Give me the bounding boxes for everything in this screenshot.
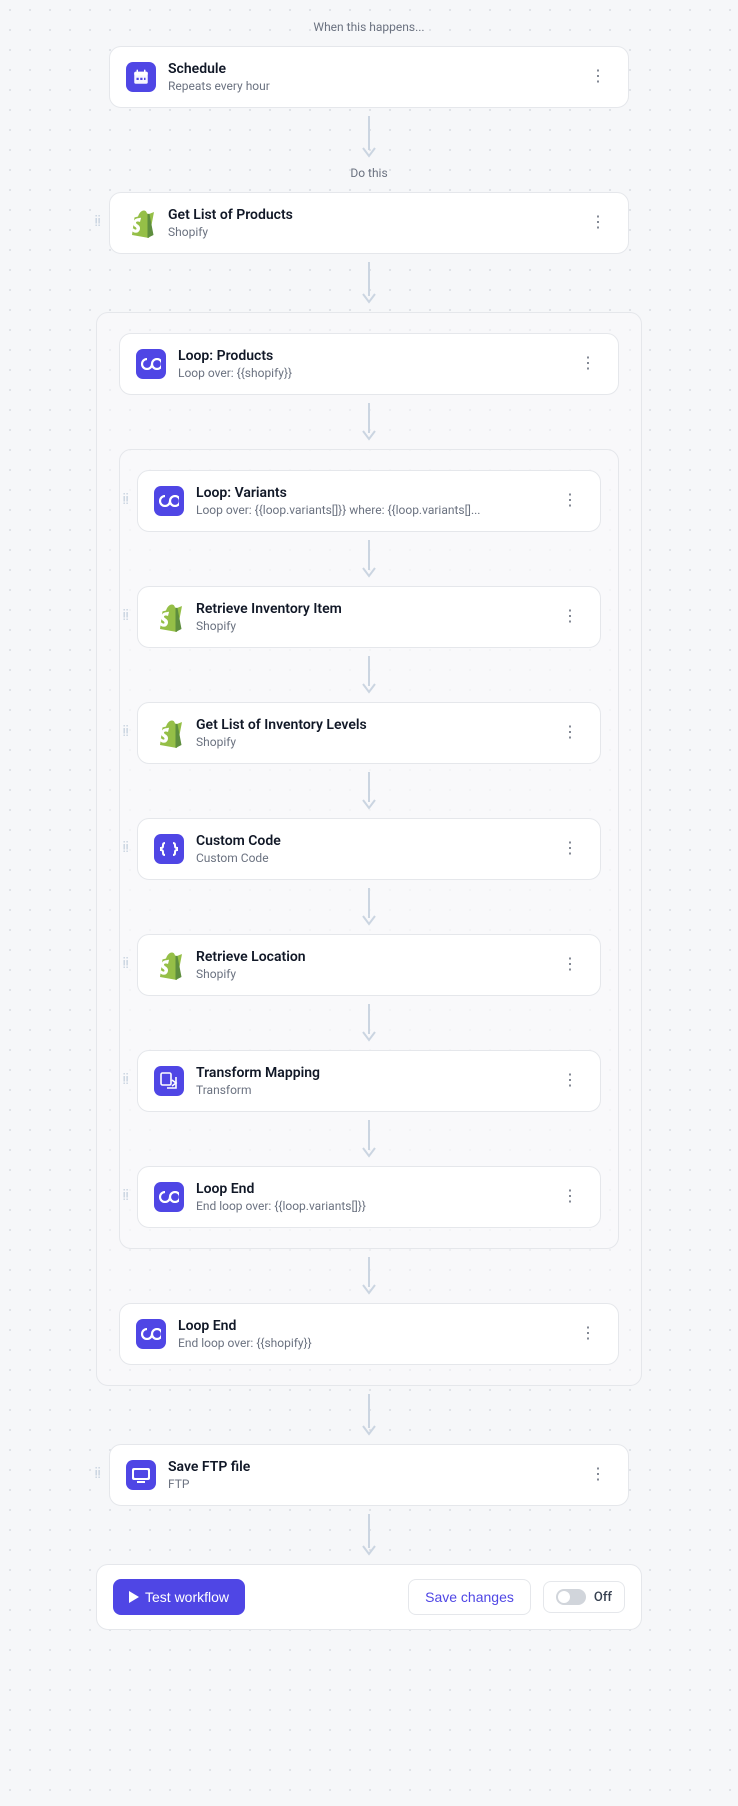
more-button[interactable]: ⋮: [574, 352, 602, 376]
transform-icon: [154, 1066, 184, 1096]
card-title: Loop: Variants: [196, 485, 544, 501]
action-section-label: Do this: [0, 166, 738, 180]
arrow-connector: [0, 1386, 738, 1444]
retrieve-location-card[interactable]: ⠿⠿ Retrieve Location Shopify ⋮: [137, 934, 601, 996]
more-button[interactable]: ⋮: [556, 1069, 584, 1093]
toggle-track: [556, 1589, 586, 1605]
card-title: Retrieve Inventory Item: [196, 601, 544, 617]
workflow-toggle[interactable]: Off: [543, 1581, 625, 1613]
arrow-connector: [120, 996, 618, 1050]
custom-code-card[interactable]: ⠿⠿ Custom Code Custom Code ⋮: [137, 818, 601, 880]
ftp-icon: [126, 1460, 156, 1490]
card-title: Get List of Inventory Levels: [196, 717, 544, 733]
drag-handle-icon[interactable]: ⠿⠿: [122, 1077, 130, 1085]
card-title: Loop End: [178, 1318, 562, 1334]
card-subtitle: Shopify: [196, 619, 544, 633]
loop-variants-card[interactable]: ⠿⠿ Loop: Variants Loop over: {{loop.vari…: [137, 470, 601, 532]
card-subtitle: End loop over: {{shopify}}: [178, 1336, 562, 1350]
loop-icon: [154, 486, 184, 516]
drag-handle-icon[interactable]: ⠿⠿: [94, 219, 102, 227]
test-workflow-label: Test workflow: [145, 1589, 229, 1605]
drag-handle-icon[interactable]: ⠿⠿: [94, 1471, 102, 1479]
trigger-section-label: When this happens...: [0, 20, 738, 34]
card-title: Save FTP file: [168, 1459, 572, 1475]
arrow-connector: [0, 108, 738, 166]
arrow-connector: [97, 395, 641, 449]
more-button[interactable]: ⋮: [556, 953, 584, 977]
more-button[interactable]: ⋮: [584, 65, 612, 89]
card-title: Get List of Products: [168, 207, 572, 223]
card-subtitle: Loop over: {{shopify}}: [178, 366, 562, 380]
arrow-connector: [120, 648, 618, 702]
more-button[interactable]: ⋮: [584, 211, 612, 235]
loop-icon: [136, 349, 166, 379]
loop-products-card[interactable]: Loop: Products Loop over: {{shopify}} ⋮: [119, 333, 619, 395]
shopify-icon: [126, 208, 156, 238]
card-title: Retrieve Location: [196, 949, 544, 965]
more-button[interactable]: ⋮: [556, 1185, 584, 1209]
schedule-card[interactable]: Schedule Repeats every hour ⋮: [109, 46, 629, 108]
card-title: Loop: Products: [178, 348, 562, 364]
card-subtitle: Shopify: [196, 967, 544, 981]
play-icon: [129, 1591, 139, 1603]
test-workflow-button[interactable]: Test workflow: [113, 1579, 245, 1615]
card-title: Transform Mapping: [196, 1065, 544, 1081]
drag-handle-icon[interactable]: ⠿⠿: [122, 497, 130, 505]
arrow-connector: [120, 880, 618, 934]
card-subtitle: Repeats every hour: [168, 79, 572, 93]
arrow-connector: [0, 254, 738, 312]
toggle-label: Off: [594, 1590, 612, 1605]
more-button[interactable]: ⋮: [574, 1322, 602, 1346]
card-title: Custom Code: [196, 833, 544, 849]
transform-mapping-card[interactable]: ⠿⠿ Transform Mapping Transform ⋮: [137, 1050, 601, 1112]
drag-handle-icon[interactable]: ⠿⠿: [122, 729, 130, 737]
card-subtitle: FTP: [168, 1477, 572, 1491]
arrow-connector: [120, 1112, 618, 1166]
loop-end-products-card[interactable]: Loop End End loop over: {{shopify}} ⋮: [119, 1303, 619, 1365]
retrieve-inventory-item-card[interactable]: ⠿⠿ Retrieve Inventory Item Shopify ⋮: [137, 586, 601, 648]
card-subtitle: End loop over: {{loop.variants[]}}: [196, 1199, 544, 1213]
drag-handle-icon[interactable]: ⠿⠿: [122, 845, 130, 853]
card-subtitle: Shopify: [196, 735, 544, 749]
arrow-connector: [97, 1249, 641, 1303]
drag-handle-icon[interactable]: ⠿⠿: [122, 613, 130, 621]
get-inventory-levels-card[interactable]: ⠿⠿ Get List of Inventory Levels Shopify …: [137, 702, 601, 764]
shopify-icon: [154, 950, 184, 980]
get-products-card[interactable]: ⠿⠿ Get List of Products Shopify ⋮: [109, 192, 629, 254]
shopify-icon: [154, 718, 184, 748]
drag-handle-icon[interactable]: ⠿⠿: [122, 1193, 130, 1201]
loop-icon: [136, 1319, 166, 1349]
shopify-icon: [154, 602, 184, 632]
card-subtitle: Transform: [196, 1083, 544, 1097]
more-button[interactable]: ⋮: [556, 837, 584, 861]
save-ftp-card[interactable]: ⠿⠿ Save FTP file FTP ⋮: [109, 1444, 629, 1506]
more-button[interactable]: ⋮: [556, 489, 584, 513]
more-button[interactable]: ⋮: [584, 1463, 612, 1487]
loop-end-variants-card[interactable]: ⠿⠿ Loop End End loop over: {{loop.varian…: [137, 1166, 601, 1228]
workflow-footer: Test workflow Save changes Off: [96, 1564, 642, 1630]
card-title: Loop End: [196, 1181, 544, 1197]
loop-variants-group: ⠿⠿ Loop: Variants Loop over: {{loop.vari…: [119, 449, 619, 1249]
card-title: Schedule: [168, 61, 572, 77]
arrow-connector: [0, 1506, 738, 1564]
arrow-connector: [120, 764, 618, 818]
loop-products-group: Loop: Products Loop over: {{shopify}} ⋮ …: [96, 312, 642, 1386]
loop-icon: [154, 1182, 184, 1212]
more-button[interactable]: ⋮: [556, 721, 584, 745]
calendar-icon: [126, 62, 156, 92]
more-button[interactable]: ⋮: [556, 605, 584, 629]
card-subtitle: Shopify: [168, 225, 572, 239]
drag-handle-icon[interactable]: ⠿⠿: [122, 961, 130, 969]
arrow-connector: [120, 532, 618, 586]
card-subtitle: Loop over: {{loop.variants[]}} where: {{…: [196, 503, 544, 517]
card-subtitle: Custom Code: [196, 851, 544, 865]
code-braces-icon: [154, 834, 184, 864]
save-changes-button[interactable]: Save changes: [408, 1579, 531, 1615]
